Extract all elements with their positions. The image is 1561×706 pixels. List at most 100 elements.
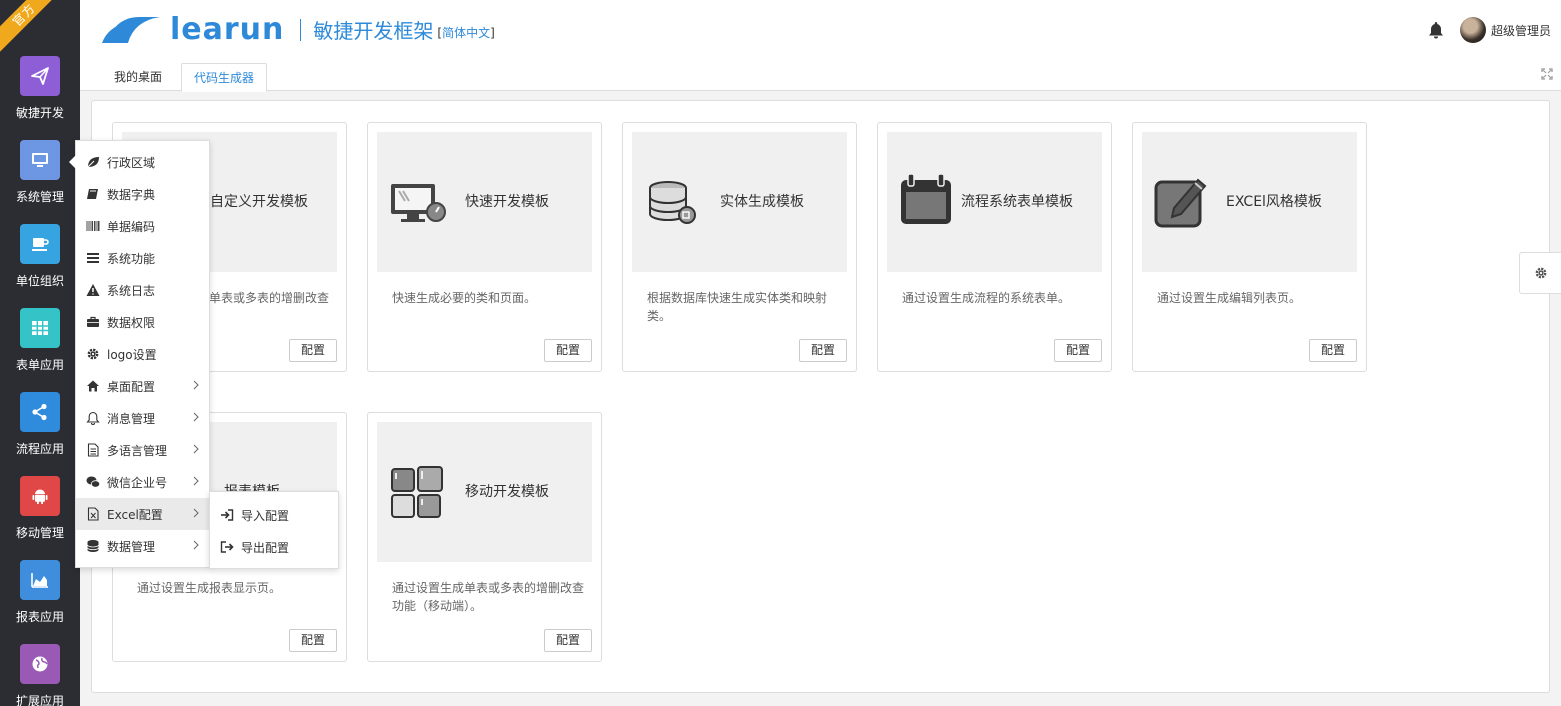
leaf-icon	[86, 155, 100, 169]
avatar[interactable]	[1459, 17, 1486, 43]
sidebar-item-workflow[interactable]: 流程应用	[0, 392, 80, 457]
card-description: 通过设置生成报表显示页。	[137, 581, 282, 595]
computer-icon	[391, 184, 446, 222]
sidebar-item-label: 报表应用	[15, 610, 64, 624]
menu-item-logs[interactable]: 系统日志	[76, 274, 209, 306]
card-header: 移动开发模板	[377, 422, 592, 562]
system-management-menu: 行政区域 数据字典 单据编码 系统功能 系统日志 数据权限 logo设置 桌面配…	[69, 140, 210, 568]
menu-item-excel-config[interactable]: Excel配置	[76, 498, 209, 530]
menu-item-logo-settings[interactable]: logo设置	[76, 338, 209, 370]
tab-code-generator[interactable]: 代码生成器	[181, 63, 268, 92]
submenu-item-label: 导出配置	[241, 540, 290, 555]
area-chart-icon	[20, 560, 60, 600]
sidebar-item-label: 系统管理	[15, 190, 64, 204]
card-header: 实体生成模板	[632, 132, 847, 272]
config-button[interactable]: 配置	[1054, 339, 1102, 362]
calendar-icon	[901, 173, 951, 224]
language-switch[interactable]: [简体中文]	[437, 24, 494, 41]
menu-item-dictionary[interactable]: 数据字典	[76, 178, 209, 210]
card-description: 根据数据库快速生成实体类和映射类。	[647, 291, 828, 323]
card-title: 流程系统表单模板	[961, 194, 1073, 210]
briefcase-icon	[86, 315, 100, 329]
edit-icon	[1154, 178, 1207, 228]
menu-item-bill-code[interactable]: 单据编码	[76, 210, 209, 242]
sidebar-item-forms[interactable]: 表单应用	[0, 308, 80, 373]
config-button[interactable]: 配置	[289, 629, 337, 652]
submenu-item-import-config[interactable]: 导入配置	[210, 499, 338, 531]
sidebar-item-extensions[interactable]: 扩展应用	[0, 644, 80, 706]
tab-my-desktop[interactable]: 我的桌面	[102, 63, 174, 92]
barcode-icon	[86, 219, 100, 233]
sidebar-item-org[interactable]: 单位组织	[0, 224, 80, 289]
menu-item-label: 系统功能	[107, 251, 156, 266]
menu-item-multilanguage[interactable]: 多语言管理	[76, 434, 209, 466]
table-icon	[20, 308, 60, 348]
menu-item-data-management[interactable]: 数据管理	[76, 530, 209, 562]
menu-item-label: 行政区域	[107, 155, 156, 170]
config-button[interactable]: 配置	[799, 339, 847, 362]
card-description: 通过设置生成编辑列表页。	[1157, 291, 1302, 305]
menu-item-label: 数据管理	[107, 539, 156, 554]
gear-icon	[1535, 267, 1546, 279]
menu-item-desktop-config[interactable]: 桌面配置	[76, 370, 209, 402]
menu-item-messages[interactable]: 消息管理	[76, 402, 209, 434]
brand-name: learun	[170, 12, 285, 47]
chevron-right-icon	[193, 508, 199, 518]
bell-icon	[86, 411, 100, 425]
card-title: 实体生成模板	[720, 194, 804, 210]
submenu-item-label: 导入配置	[241, 508, 290, 523]
android-icon	[20, 476, 60, 516]
sidebar-item-label: 敏捷开发	[15, 106, 64, 120]
tiles-icon	[391, 466, 443, 518]
menu-item-label: 微信企业号	[107, 475, 168, 490]
sidebar-item-label: 扩展应用	[15, 694, 64, 706]
config-button[interactable]: 配置	[1309, 339, 1357, 362]
menu-item-region[interactable]: 行政区域	[76, 146, 209, 178]
template-card[interactable]: EXCEl风格模板 通过设置生成编辑列表页。 配置	[1132, 122, 1367, 372]
learun-logo-icon	[102, 16, 160, 43]
menu-item-label: logo设置	[107, 347, 157, 362]
template-card[interactable]: 流程系统表单模板 通过设置生成流程的系统表单。 配置	[877, 122, 1112, 372]
excel-icon	[86, 507, 100, 521]
menu-item-label: 消息管理	[107, 411, 156, 426]
chevron-right-icon	[193, 412, 199, 422]
fullscreen-icon[interactable]	[1541, 68, 1553, 80]
chevron-right-icon	[193, 540, 199, 550]
sidebar-item-mobile[interactable]: 移动管理	[0, 476, 80, 541]
book-icon	[86, 187, 100, 201]
card-description: 通过设置生成流程的系统表单。	[902, 291, 1071, 305]
settings-button[interactable]	[1519, 252, 1561, 294]
bell-icon[interactable]	[1426, 20, 1446, 40]
card-header: 快速开发模板	[377, 132, 592, 272]
menu-item-functions[interactable]: 系统功能	[76, 242, 209, 274]
config-button[interactable]: 配置	[544, 629, 592, 652]
menu-item-label: 单据编码	[107, 219, 156, 234]
paper-plane-icon	[20, 56, 60, 96]
home-icon	[86, 379, 100, 393]
config-button[interactable]: 配置	[544, 339, 592, 362]
menu-item-label: 系统日志	[107, 283, 156, 298]
sidebar-item-reports[interactable]: 报表应用	[0, 560, 80, 625]
sidebar-item-agile-dev[interactable]: 敏捷开发	[0, 56, 80, 121]
sidebar-item-label: 移动管理	[15, 526, 64, 540]
menu-item-wechat[interactable]: 微信企业号	[76, 466, 209, 498]
official-badge: 官方	[0, 0, 63, 54]
share-icon	[20, 392, 60, 432]
template-card[interactable]: 快速开发模板 快速生成必要的类和页面。 配置	[367, 122, 602, 372]
warning-icon	[86, 283, 100, 297]
config-button[interactable]: 配置	[289, 339, 337, 362]
menu-item-label: 数据权限	[107, 315, 156, 330]
menu-pointer	[69, 155, 76, 169]
sidebar-item-system[interactable]: 系统管理	[0, 140, 80, 205]
user-name[interactable]: 超级管理员	[1491, 22, 1551, 39]
card-title: 快速开发模板	[465, 194, 549, 210]
card-title: EXCEl风格模板	[1226, 194, 1322, 210]
monitor-icon	[20, 140, 60, 180]
template-card[interactable]: 实体生成模板 根据数据库快速生成实体类和映射类。 配置	[622, 122, 857, 372]
menu-item-data-permission[interactable]: 数据权限	[76, 306, 209, 338]
template-card[interactable]: 移动开发模板 通过设置生成单表或多表的增删改查功能（移动端）。 配置	[367, 412, 602, 662]
brand-divider	[300, 18, 302, 41]
list-icon	[86, 251, 100, 265]
menu-item-label: Excel配置	[107, 507, 163, 522]
submenu-item-export-config[interactable]: 导出配置	[210, 531, 338, 563]
